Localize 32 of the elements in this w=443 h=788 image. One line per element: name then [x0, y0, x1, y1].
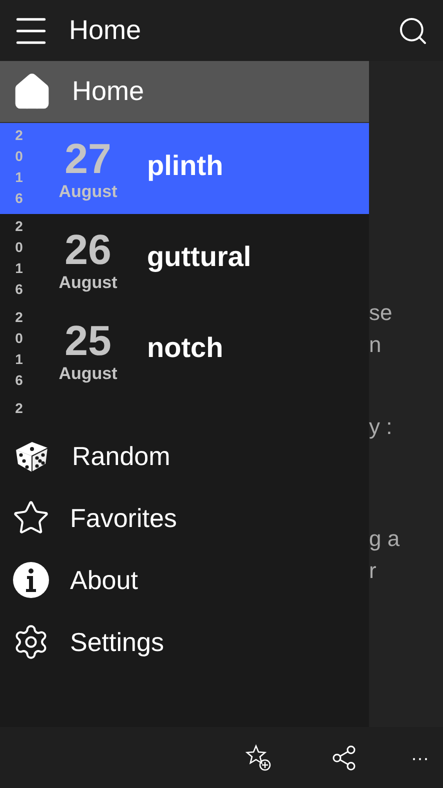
content-text: se: [369, 299, 392, 327]
page-title: Home: [69, 14, 142, 48]
star-plus-icon: [245, 744, 273, 772]
more-button[interactable]: ···: [411, 748, 429, 766]
word-title: plinth: [147, 148, 224, 183]
year-label: 2: [14, 399, 24, 413]
drawer-menu-item[interactable]: Favorites: [0, 487, 369, 549]
word-list-item[interactable]: 2: [0, 396, 369, 413]
day-number: 25: [64, 318, 112, 364]
word-title: guttural: [147, 240, 252, 274]
share-icon: [330, 744, 358, 772]
word-title: notch: [147, 330, 224, 364]
content-text: n: [369, 331, 382, 359]
drawer-menu-item[interactable]: Random: [0, 425, 369, 487]
month-label: August: [58, 364, 118, 384]
year-label: 2016: [14, 217, 24, 299]
content-text: y :: [369, 413, 392, 441]
content-text: g a: [369, 525, 400, 553]
day-number: 26: [64, 226, 112, 272]
year-label: 2016: [14, 126, 24, 208]
day-number: 27: [64, 136, 112, 182]
drawer-menu-item[interactable]: Settings: [0, 611, 369, 673]
info-icon: [12, 561, 50, 599]
home-item[interactable]: Home: [0, 61, 369, 123]
content-text: r: [369, 557, 376, 585]
word-list-item[interactable]: 2016 25 August notch: [0, 305, 369, 396]
drawer-menu-item[interactable]: About: [0, 549, 369, 611]
month-label: August: [58, 182, 118, 202]
word-list-item[interactable]: 2016 26 August guttural: [0, 214, 369, 305]
month-label: August: [58, 272, 118, 292]
year-label: 2016: [14, 308, 24, 390]
word-list-item[interactable]: 2016 27 August plinth: [0, 123, 369, 214]
